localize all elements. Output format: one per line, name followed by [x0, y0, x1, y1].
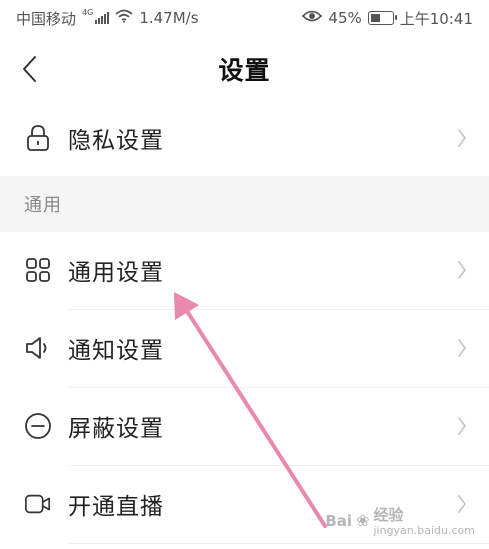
chevron-right-icon: [455, 126, 469, 150]
grid-icon: [24, 256, 52, 284]
chevron-left-icon: [23, 56, 36, 82]
minus-circle-icon: [24, 412, 52, 440]
wifi-icon: [115, 9, 133, 27]
status-bar: 中国移动 4G 1.47M/s 45% 上午10:41: [0, 0, 489, 36]
speaker-icon: [24, 334, 52, 362]
settings-row-label: 隐私设置: [68, 128, 164, 154]
settings-row-label: 开通直播: [68, 494, 164, 520]
watermark-brand: Bai: [325, 511, 353, 530]
status-right: 45% 上午10:41: [302, 8, 473, 29]
battery-icon: [367, 11, 397, 25]
battery-fill: [370, 14, 380, 22]
page-title: 设置: [218, 56, 271, 85]
network-type: 4G: [82, 7, 94, 17]
settings-row-notification[interactable]: 通知设置: [0, 310, 489, 386]
chevron-right-icon: [455, 258, 469, 282]
section-header-general: 通用: [0, 176, 489, 232]
carrier-name: 中国移动: [16, 9, 77, 28]
video-camera-icon: [24, 490, 52, 518]
back-button[interactable]: [14, 52, 44, 86]
settings-row-general[interactable]: 通用设置: [0, 232, 489, 308]
lock-icon: [24, 124, 52, 152]
settings-row-block[interactable]: 屏蔽设置: [0, 388, 489, 464]
battery-percent: 45%: [328, 9, 362, 27]
section-header-label: 通用: [24, 195, 62, 216]
network-speed: 1.47M/s: [139, 9, 199, 27]
signal-icon: [95, 12, 110, 24]
settings-row-label: 通用设置: [68, 260, 164, 286]
nav-bar: 设置: [0, 36, 489, 102]
settings-row-label: 通知设置: [68, 338, 164, 364]
chevron-right-icon: [455, 336, 469, 360]
settings-row-label: 屏蔽设置: [68, 416, 164, 442]
watermark-url: jingyan.baidu.com: [373, 524, 475, 537]
watermark-brand-tail: 经验: [373, 506, 404, 524]
status-left: 中国移动 4G 1.47M/s: [16, 8, 199, 29]
watermark-text: 经验 jingyan.baidu.com: [373, 504, 475, 537]
chevron-right-icon: [455, 414, 469, 438]
watermark-logo: Bai ❀ 经验 jingyan.baidu.com: [325, 504, 475, 537]
clock-time: 上午10:41: [399, 9, 473, 28]
settings-row-privacy[interactable]: 隐私设置: [0, 100, 489, 176]
paw-icon: ❀: [356, 511, 370, 530]
row-divider: [68, 543, 489, 544]
eye-comfort-icon: [302, 9, 323, 27]
